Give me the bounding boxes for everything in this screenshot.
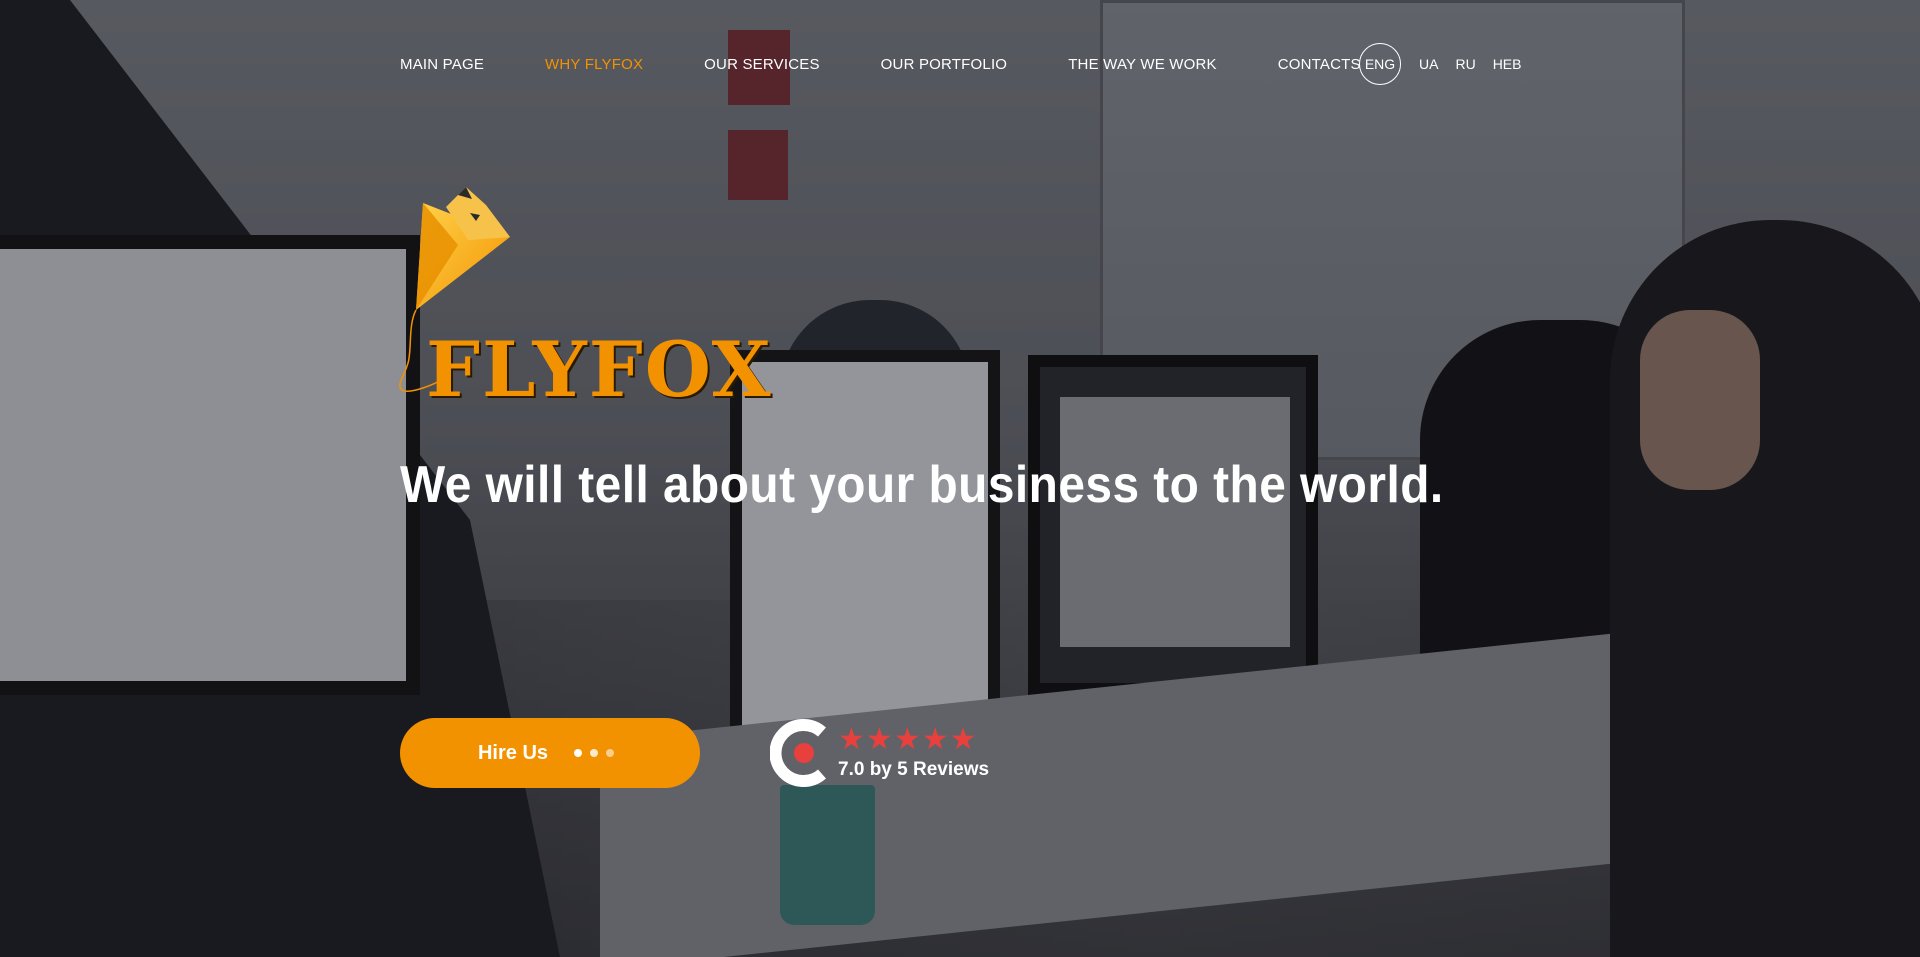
nav-item-main-page[interactable]: MAIN PAGE (400, 56, 484, 73)
star-icon: ★ (949, 723, 977, 756)
main-navigation: MAIN PAGE WHY FLYFOX OUR SERVICES OUR PO… (400, 50, 1422, 78)
language-option-heb[interactable]: HEB (1493, 56, 1522, 72)
rating-stars: ★ ★ ★ ★ ★ (838, 725, 989, 755)
language-option-ua[interactable]: UA (1419, 56, 1438, 72)
brand-logo[interactable]: FLYFOX (398, 185, 798, 414)
star-icon: ★ (838, 723, 865, 756)
star-icon: ★ (893, 723, 921, 756)
hire-us-button[interactable]: Hire Us (400, 718, 700, 788)
clutch-rating-badge[interactable]: ★ ★ ★ ★ ★ 7.0 by 5 Reviews (770, 718, 989, 788)
star-icon: ★ (921, 723, 949, 756)
nav-item-our-services[interactable]: OUR SERVICES (704, 56, 820, 73)
brand-wordmark: FLYFOX (426, 325, 773, 414)
language-switcher: ENG UA RU HEB (1359, 43, 1538, 85)
dots-icon (574, 749, 622, 757)
clutch-logo-icon (770, 719, 826, 787)
nav-item-the-way-we-work[interactable]: THE WAY WE WORK (1068, 56, 1217, 73)
nav-item-why-flyfox[interactable]: WHY FLYFOX (545, 56, 643, 73)
nav-item-contacts[interactable]: CONTACTS (1278, 56, 1361, 73)
hero-headline: We will tell about your business to the … (400, 456, 1444, 514)
nav-item-our-portfolio[interactable]: OUR PORTFOLIO (881, 56, 1008, 73)
hire-us-label: Hire Us (477, 741, 549, 764)
rating-reviews-text: 7.0 by 5 Reviews (838, 759, 990, 780)
star-icon: ★ (865, 723, 893, 756)
language-option-eng[interactable]: ENG (1359, 43, 1401, 85)
language-option-ru[interactable]: RU (1455, 56, 1475, 72)
